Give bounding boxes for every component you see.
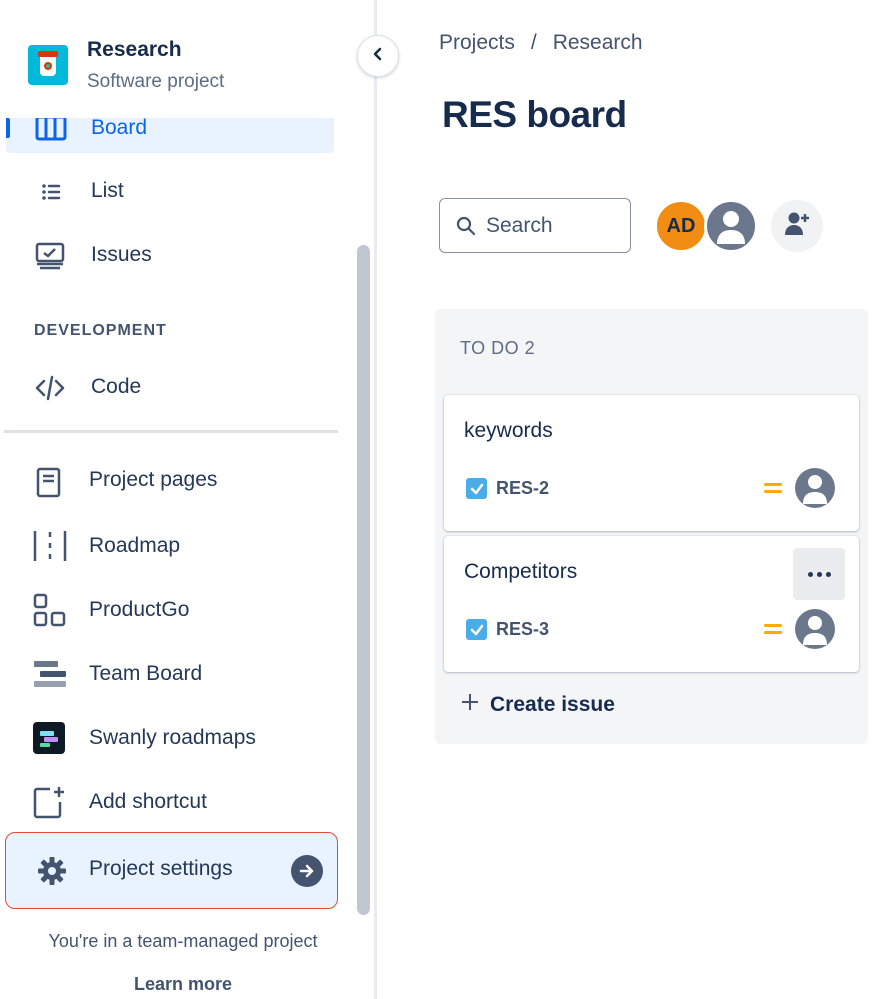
issue-key[interactable]: RES-2: [496, 478, 549, 499]
team-managed-note: You're in a team-managed project: [48, 931, 318, 951]
breadcrumb-separator: /: [530, 31, 537, 54]
create-issue-button[interactable]: Create issue: [460, 692, 615, 718]
sidebar-item-label: Project pages: [89, 468, 218, 491]
sidebar-scrollbar[interactable]: [357, 245, 370, 915]
issue-summary: Competitors: [464, 560, 578, 583]
search-field[interactable]: [439, 198, 631, 253]
avatar-ad[interactable]: AD: [655, 200, 707, 252]
sidebar-item-swanly-roadmaps[interactable]: Swanly roadmaps: [6, 713, 334, 763]
page-icon: [32, 467, 64, 498]
breadcrumb-research[interactable]: Research: [553, 31, 643, 55]
sidebar-item-label: Board: [91, 116, 148, 139]
productgo-icon: [32, 593, 66, 627]
sidebar-divider[interactable]: [374, 0, 377, 999]
column-title: TO DO 2: [460, 338, 536, 358]
priority-medium-icon: [764, 622, 782, 636]
sidebar-item-label: Code: [91, 375, 142, 398]
issue-card[interactable]: keywords RES-2: [444, 395, 859, 531]
sidebar-item-project-pages[interactable]: Project pages: [6, 455, 334, 505]
project-avatar[interactable]: [28, 45, 68, 85]
team-board-icon: [32, 659, 66, 687]
board-icon: [34, 114, 67, 142]
priority-medium-icon: [764, 481, 782, 495]
dot-icon: [807, 571, 813, 577]
task-type-icon: [466, 478, 487, 499]
more-actions-button[interactable]: [793, 548, 845, 600]
sidebar-item-label: Swanly roadmaps: [89, 726, 256, 749]
main-content: Projects / Research RES board AD TO DO 2…: [378, 0, 881, 999]
collapse-sidebar-button[interactable]: [357, 35, 399, 77]
search-input[interactable]: [486, 211, 626, 241]
issue-key[interactable]: RES-3: [496, 619, 549, 640]
list-icon: [34, 178, 66, 206]
sidebar-item-project-settings[interactable]: Project settings: [5, 832, 338, 909]
code-icon: [34, 374, 66, 402]
roadmap-icon: [32, 529, 67, 561]
gear-icon: [36, 855, 68, 887]
issue-card[interactable]: Competitors RES-3: [444, 536, 859, 672]
issues-icon: [34, 242, 66, 270]
sidebar-item-list[interactable]: List: [6, 166, 334, 216]
swanly-icon: [32, 721, 65, 754]
sidebar-item-code[interactable]: Code: [6, 362, 334, 412]
sidebar-item-team-board[interactable]: Team Board: [6, 649, 334, 699]
sidebar: Board Research Software project List Iss…: [0, 0, 376, 999]
breadcrumb: Projects / Research: [439, 31, 643, 55]
dot-icon: [816, 571, 822, 577]
sidebar-item-label: Add shortcut: [89, 790, 207, 813]
arrow-right-icon[interactable]: [291, 855, 323, 887]
divider: [4, 430, 338, 433]
page-title: RES board: [442, 94, 627, 135]
add-people-button[interactable]: [771, 200, 823, 252]
active-indicator: [6, 118, 10, 138]
add-shortcut-icon: [32, 785, 64, 819]
sidebar-item-roadmap[interactable]: Roadmap: [6, 521, 334, 571]
plus-icon: [460, 692, 480, 718]
sidebar-item-productgo[interactable]: ProductGo: [6, 585, 334, 635]
sidebar-item-label: List: [91, 179, 124, 202]
sidebar-item-issues[interactable]: Issues: [6, 230, 334, 280]
project-type: Software project: [87, 71, 225, 92]
search-icon: [456, 216, 476, 236]
project-name[interactable]: Research: [87, 38, 182, 62]
learn-more-link[interactable]: Learn more: [0, 974, 366, 995]
sidebar-item-label: Project settings: [89, 857, 233, 880]
chevron-left-icon: [371, 47, 385, 66]
sidebar-item-add-shortcut[interactable]: Add shortcut: [6, 777, 334, 827]
project-header: Research Software project: [0, 0, 352, 118]
sidebar-item-label: Roadmap: [89, 534, 181, 557]
board-column-todo: TO DO 2 keywords RES-2 Competitors RES-3: [435, 309, 868, 744]
sidebar-item-label: Issues: [91, 243, 152, 266]
breadcrumb-projects[interactable]: Projects: [439, 31, 515, 55]
avatar-unassigned[interactable]: [704, 199, 758, 253]
task-type-icon: [466, 619, 487, 640]
create-issue-label: Create issue: [490, 693, 615, 716]
sidebar-item-label: Team Board: [89, 662, 203, 685]
dot-icon: [825, 571, 831, 577]
issue-summary: keywords: [464, 419, 553, 442]
section-title-development: DEVELOPMENT: [34, 322, 167, 339]
sidebar-item-label: ProductGo: [89, 598, 190, 621]
add-person-icon: [782, 209, 812, 244]
assignee-avatar[interactable]: [795, 609, 835, 649]
assignee-avatar[interactable]: [795, 468, 835, 508]
